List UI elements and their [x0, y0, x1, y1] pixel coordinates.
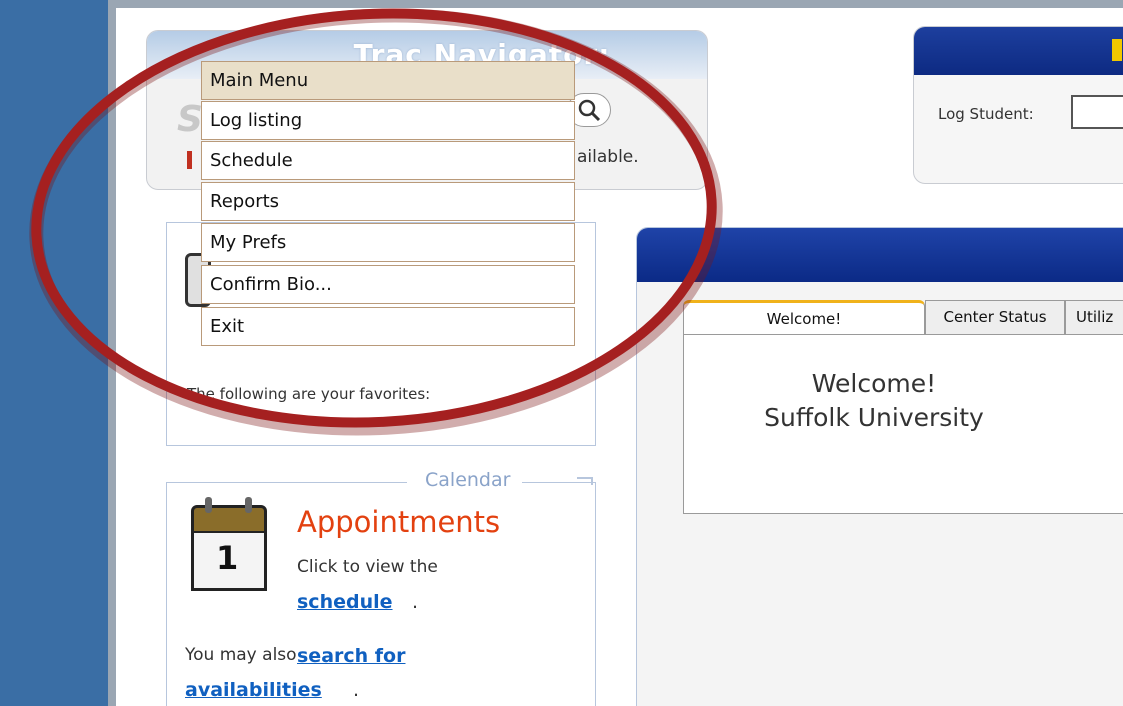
log-student-header — [914, 27, 1123, 75]
search-for-link[interactable]: search for — [297, 645, 405, 667]
schedule-link[interactable]: schedule — [297, 591, 393, 613]
menu-item-reports[interactable]: Reports — [201, 182, 575, 221]
calendar-legend-corner — [577, 477, 593, 485]
calendar-panel: Calendar 1 Appointments Click to view th… — [166, 469, 596, 706]
status-marker — [187, 151, 192, 169]
calendar-ring-right — [245, 497, 252, 513]
log-header-accent — [1112, 39, 1122, 61]
navigation-dropdown-menu: Main Menu Log listing Schedule Reports M… — [201, 61, 575, 349]
magnifier-icon — [578, 99, 601, 122]
window-top-border — [116, 0, 1123, 8]
welcome-heading: Welcome! — [811, 369, 937, 398]
calendar-ring-left — [205, 497, 212, 513]
menu-item-confirm-bio[interactable]: Confirm Bio... — [201, 265, 575, 304]
appointments-description: Click to view the — [297, 557, 438, 577]
window-left-border — [108, 0, 116, 706]
calendar-icon[interactable]: 1 — [191, 497, 267, 591]
welcome-tab-content: Welcome! Suffolk University — [683, 334, 1123, 514]
log-student-label: Log Student: — [938, 105, 1034, 123]
appointments-title[interactable]: Appointments — [297, 505, 500, 539]
tab-utilization[interactable]: Utiliz — [1065, 300, 1123, 334]
welcome-message: Welcome! Suffolk University — [684, 367, 1064, 435]
availabilities-link[interactable]: availabilities — [185, 679, 322, 701]
main-tab-panel: Welcome! Center Status Utiliz Welcome! S… — [636, 227, 1123, 706]
menu-item-log-listing[interactable]: Log listing — [201, 101, 575, 140]
calendar-icon-body: 1 — [191, 531, 267, 591]
availabilities-period: . — [353, 679, 360, 701]
schedule-period: . — [412, 591, 419, 613]
tab-center-status[interactable]: Center Status — [925, 300, 1065, 334]
calendar-legend: Calendar — [407, 469, 523, 491]
trac-search-letter: S — [177, 99, 203, 140]
university-name: Suffolk University — [764, 403, 984, 432]
main-panel-header — [637, 228, 1123, 282]
menu-item-schedule[interactable]: Schedule — [201, 141, 575, 180]
favorites-text: The following are your favorites: — [187, 385, 431, 403]
log-student-input[interactable] — [1071, 95, 1123, 129]
menu-item-main-menu[interactable]: Main Menu — [201, 61, 575, 100]
menu-item-exit[interactable]: Exit — [201, 307, 575, 346]
left-window-strip — [0, 0, 110, 706]
also-text: You may also — [185, 645, 297, 665]
tab-welcome[interactable]: Welcome! — [683, 300, 925, 334]
log-student-panel: Log Student: — [913, 26, 1123, 184]
availability-text: ailable. — [577, 147, 639, 167]
calendar-day-number: 1 — [216, 539, 239, 577]
menu-item-my-prefs[interactable]: My Prefs — [201, 223, 575, 262]
